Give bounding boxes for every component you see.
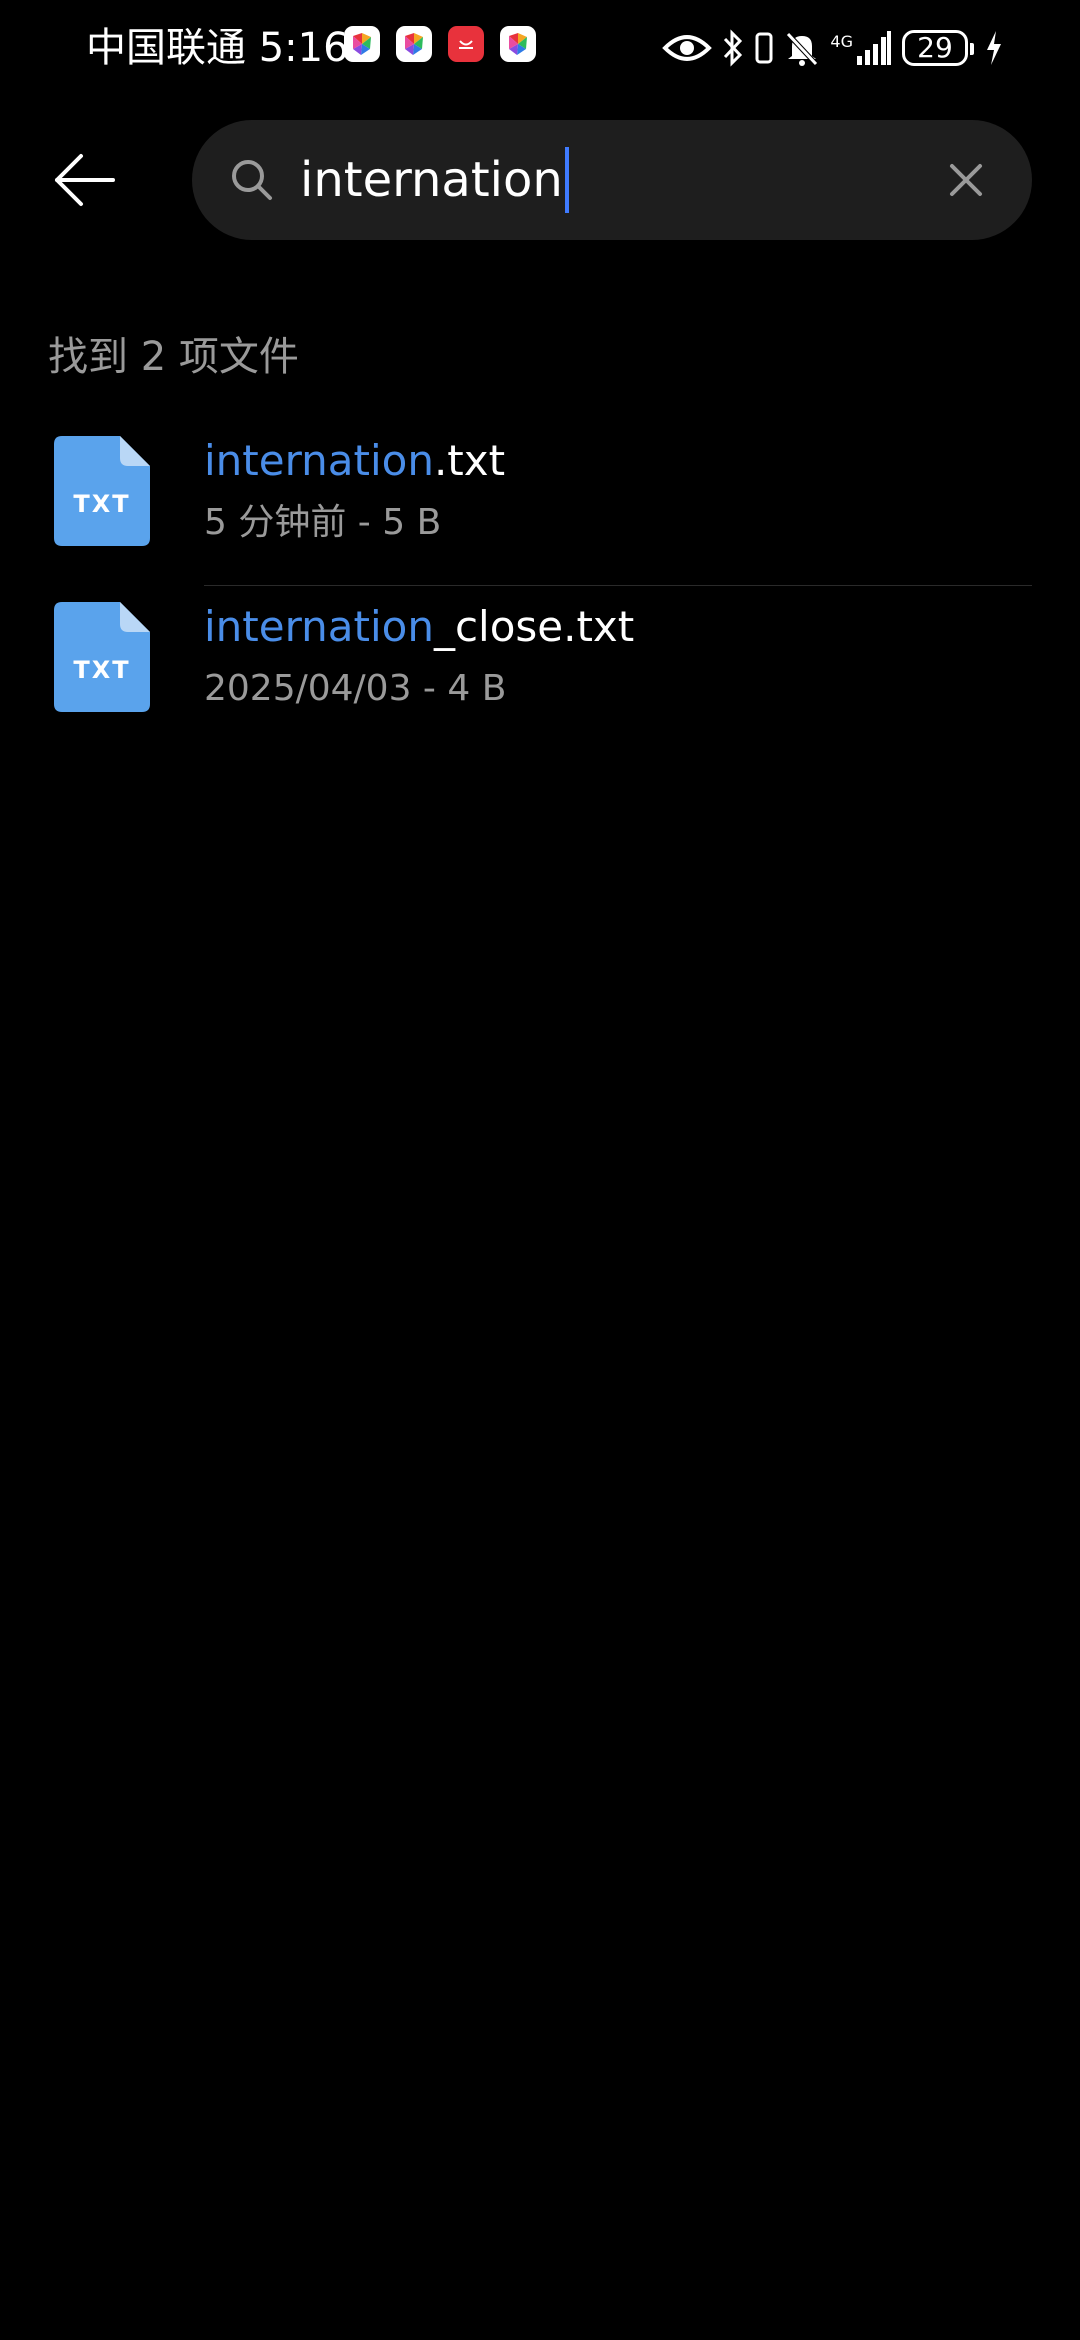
network-type: 4G: [830, 32, 853, 51]
list-item[interactable]: TXT internation_close.txt 2025/04/03 - 4…: [0, 586, 1080, 752]
system-status-icons: 4G 29: [662, 24, 1004, 72]
huawei-store-icon: [448, 26, 484, 62]
signal-icon: [857, 31, 891, 65]
vibrate-icon: [755, 32, 773, 64]
search-input[interactable]: internation: [300, 140, 569, 220]
app-notification-icon: [500, 26, 536, 62]
search-icon: [232, 160, 272, 200]
back-button[interactable]: [40, 130, 130, 230]
clear-search-button[interactable]: [938, 152, 994, 208]
file-name-rest: .txt: [433, 436, 506, 485]
list-item[interactable]: TXT internation.txt 5 分钟前 - 5 B: [0, 420, 1080, 586]
network-indicator: 4G: [830, 30, 892, 66]
file-meta: 5 分钟前 - 5 B: [204, 502, 442, 543]
file-name-rest: _close.txt: [433, 602, 635, 651]
search-bar[interactable]: internation: [192, 120, 1032, 240]
carrier-and-time: 中国联通 5:16: [86, 25, 349, 71]
file-name-match: internation: [204, 436, 434, 485]
back-arrow-icon: [55, 154, 115, 206]
result-list: TXT internation.txt 5 分钟前 - 5 B TXT inte…: [0, 420, 1080, 752]
app-notification-icon: [396, 26, 432, 62]
file-name-match: internation: [204, 602, 434, 651]
bluetooth-icon: [724, 29, 743, 67]
file-name: internation.txt: [204, 432, 505, 490]
status-bar: 中国联通 5:16 4G 29: [0, 0, 1080, 96]
result-count: 找到 2 项文件: [48, 334, 299, 380]
close-icon: [950, 164, 982, 196]
app-notification-icon: [344, 26, 380, 62]
file-type-label: TXT: [73, 490, 130, 518]
file-meta: 2025/04/03 - 4 B: [204, 668, 507, 709]
mute-icon: [786, 32, 819, 66]
notification-icons: [344, 26, 536, 62]
txt-file-icon: TXT: [54, 436, 150, 546]
charging-icon: [987, 31, 1001, 65]
file-name: internation_close.txt: [204, 598, 634, 656]
txt-file-icon: TXT: [54, 602, 150, 712]
text-cursor: [564, 147, 569, 213]
file-type-label: TXT: [73, 656, 130, 684]
battery-icon: 29: [902, 30, 974, 66]
battery-level: 29: [917, 31, 953, 64]
search-query: internation: [300, 152, 563, 208]
eye-comfort-icon: [662, 35, 713, 61]
